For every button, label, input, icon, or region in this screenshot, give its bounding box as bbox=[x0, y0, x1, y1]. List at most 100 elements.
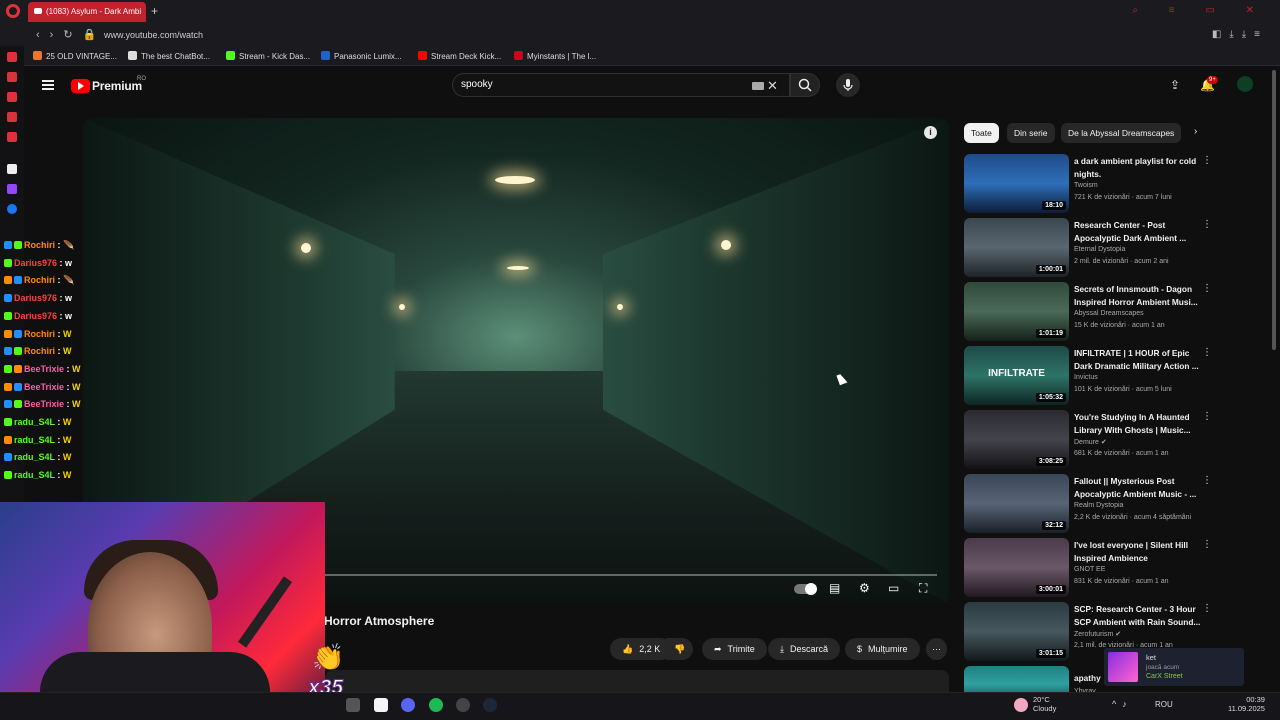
video-title[interactable]: Secrets of Innsmouth - Dagon Inspired Ho… bbox=[1074, 283, 1206, 308]
scrollbar[interactable] bbox=[1272, 70, 1276, 350]
video-thumbnail[interactable]: 1:00:01 bbox=[964, 218, 1069, 277]
video-title[interactable]: You're Studying In A Haunted Library Wit… bbox=[1074, 411, 1206, 436]
channel-name[interactable]: Twoism bbox=[1074, 182, 1098, 189]
chevron-right-icon[interactable]: › bbox=[1194, 126, 1197, 137]
sidebar-icon[interactable] bbox=[7, 164, 17, 174]
search-button[interactable] bbox=[790, 73, 820, 97]
channel-name[interactable]: Zerofuturism ✔ bbox=[1074, 630, 1121, 638]
recommendation-item[interactable]: 18:10 a dark ambient playlist for cold ni… bbox=[964, 154, 1234, 214]
browser-tab[interactable]: (1083) Asylum - Dark Ambi bbox=[28, 2, 146, 22]
description-box[interactable] bbox=[325, 670, 949, 694]
video-thumbnail[interactable]: 32:12 bbox=[964, 474, 1069, 533]
settings-gear-icon[interactable]: ⚙ bbox=[859, 581, 870, 595]
more-options-icon[interactable]: ⋮ bbox=[1202, 603, 1212, 614]
youtube-brand[interactable]: Premium bbox=[92, 79, 142, 93]
channel-name[interactable]: Abyssal Dreamscapes bbox=[1074, 310, 1144, 317]
download-button[interactable]: ⤓ Descarcă bbox=[768, 638, 840, 660]
search-box[interactable] bbox=[452, 73, 790, 97]
more-options-icon[interactable]: ⋮ bbox=[1202, 219, 1212, 230]
video-thumbnail[interactable]: 3:01:15 bbox=[964, 602, 1069, 661]
clock[interactable]: 00:39 11.09.2025 bbox=[1228, 695, 1265, 713]
system-tray[interactable]: ^♪ bbox=[1112, 699, 1133, 709]
steam-notification[interactable]: ket joacă acum CarX Street bbox=[1104, 648, 1244, 686]
video-thumbnail[interactable]: 1:01:19 bbox=[964, 282, 1069, 341]
recommendation-item[interactable]: 1:00:01 Research Center - Post Apocalypti… bbox=[964, 218, 1234, 278]
sidebar-icon[interactable] bbox=[7, 112, 17, 122]
channel-name[interactable]: Invictus bbox=[1074, 374, 1098, 381]
more-options-icon[interactable]: ⋮ bbox=[1202, 283, 1212, 294]
more-actions-button[interactable]: ··· bbox=[926, 638, 947, 660]
dislike-button[interactable]: 👎 bbox=[666, 638, 694, 660]
store-icon[interactable] bbox=[374, 698, 388, 712]
recommendation-item[interactable]: 3:08:25 You're Studying In A Haunted Libr… bbox=[964, 410, 1234, 470]
twitch-icon[interactable] bbox=[7, 184, 17, 194]
avatar[interactable] bbox=[1237, 76, 1253, 92]
like-button[interactable]: 👍 2,2 K bbox=[610, 638, 673, 660]
share-button[interactable]: ➦ Trimite bbox=[702, 638, 767, 660]
bookmark-item[interactable]: Stream - Kick Das... bbox=[226, 51, 310, 61]
video-title[interactable]: Fallout || Mysterious Post Apocalyptic A… bbox=[1074, 475, 1206, 500]
channel-name[interactable]: GNOT EE bbox=[1074, 566, 1105, 573]
new-tab-button[interactable]: + bbox=[151, 4, 158, 18]
video-title[interactable]: I've lost everyone | Silent Hill Inspire… bbox=[1074, 539, 1206, 564]
channel-name[interactable]: Demure ✔ bbox=[1074, 438, 1107, 446]
chip-all[interactable]: Toate bbox=[964, 123, 999, 143]
channel-name[interactable]: Realm Dystopia bbox=[1074, 502, 1123, 509]
sidebar-icon[interactable] bbox=[7, 92, 17, 102]
extension-icons[interactable]: ◧⤓⤓≡ bbox=[1212, 29, 1268, 40]
voice-search-button[interactable] bbox=[836, 73, 860, 97]
progress-bar[interactable] bbox=[325, 574, 937, 576]
url-field[interactable]: www.youtube.com/watch bbox=[104, 30, 203, 40]
upload-icon[interactable]: ⇪ bbox=[1170, 78, 1180, 92]
chip-channel[interactable]: De la Abyssal Dreamscapes bbox=[1061, 123, 1182, 143]
spotify-icon[interactable] bbox=[429, 698, 443, 712]
sidebar-icon[interactable] bbox=[7, 132, 17, 142]
keyboard-icon[interactable] bbox=[752, 82, 764, 90]
more-options-icon[interactable]: ⋮ bbox=[1202, 475, 1212, 486]
bookmark-item[interactable]: 25 OLD VINTAGE... bbox=[33, 51, 117, 61]
bookmark-item[interactable]: The best ChatBot... bbox=[128, 51, 210, 61]
video-title[interactable]: INFILTRATE | 1 HOUR of Epic Dark Dramati… bbox=[1074, 347, 1206, 372]
search-input[interactable] bbox=[461, 79, 741, 90]
thanks-button[interactable]: $ Mulțumire bbox=[845, 638, 920, 660]
taskbar-app-icon[interactable] bbox=[346, 698, 360, 712]
chip-series[interactable]: Din serie bbox=[1007, 123, 1055, 143]
opera-logo-icon[interactable] bbox=[6, 4, 20, 18]
video-title[interactable]: Research Center - Post Apocalyptic Dark … bbox=[1074, 219, 1206, 244]
channel-name[interactable]: Eternal Dystopia bbox=[1074, 246, 1125, 253]
video-title[interactable]: SCP: Research Center - 3 Hour SCP Ambien… bbox=[1074, 603, 1206, 628]
autoplay-toggle[interactable] bbox=[794, 583, 817, 595]
window-controls[interactable]: ⌕ ≡ ▭ ✕ bbox=[1132, 5, 1268, 16]
discord-icon[interactable] bbox=[401, 698, 415, 712]
video-thumbnail[interactable]: 3:08:25 bbox=[964, 410, 1069, 469]
more-options-icon[interactable]: ⋮ bbox=[1202, 411, 1212, 422]
more-options-icon[interactable]: ⋮ bbox=[1202, 347, 1212, 358]
sidebar-icon[interactable] bbox=[7, 52, 17, 62]
youtube-logo-icon[interactable] bbox=[71, 79, 90, 93]
theater-mode-icon[interactable]: ▭ bbox=[888, 581, 899, 595]
video-thumbnail[interactable]: 3:00:01 bbox=[964, 538, 1069, 597]
bookmark-item[interactable]: Panasonic Lumix... bbox=[321, 51, 402, 61]
recommendation-item[interactable]: INFILTRATE 1:05:32 INFILTRATE | 1 HOUR of … bbox=[964, 346, 1234, 406]
clear-search-icon[interactable]: ✕ bbox=[767, 78, 778, 94]
more-options-icon[interactable]: ⋮ bbox=[1202, 539, 1212, 550]
video-thumbnail[interactable]: 18:10 bbox=[964, 154, 1069, 213]
menu-icon[interactable] bbox=[42, 80, 54, 90]
weather-widget[interactable]: 20°C Cloudy bbox=[1033, 695, 1056, 713]
sidebar-icon[interactable] bbox=[7, 72, 17, 82]
bookmark-item[interactable]: Myinstants | The l... bbox=[514, 51, 596, 61]
info-icon[interactable]: i bbox=[924, 126, 937, 139]
more-options-icon[interactable]: ⋮ bbox=[1202, 155, 1212, 166]
bookmark-item[interactable]: Stream Deck Kick... bbox=[418, 51, 501, 61]
nav-buttons[interactable]: ‹›↻🔒 bbox=[36, 28, 106, 41]
language-indicator[interactable]: ROU bbox=[1155, 700, 1173, 709]
obs-icon[interactable] bbox=[456, 698, 470, 712]
messenger-icon[interactable] bbox=[7, 204, 17, 214]
steam-icon[interactable] bbox=[483, 698, 497, 712]
subtitles-icon[interactable]: ▤ bbox=[829, 581, 840, 595]
video-title[interactable]: a dark ambient playlist for cold nights. bbox=[1074, 155, 1206, 180]
recommendation-item[interactable]: 3:00:01 I've lost everyone | Silent Hill … bbox=[964, 538, 1234, 598]
recommendation-item[interactable]: 1:01:19 Secrets of Innsmouth - Dagon Insp… bbox=[964, 282, 1234, 342]
video-thumbnail[interactable]: INFILTRATE 1:05:32 bbox=[964, 346, 1069, 405]
recommendation-item[interactable]: 32:12 Fallout || Mysterious Post Apocalyp… bbox=[964, 474, 1234, 534]
